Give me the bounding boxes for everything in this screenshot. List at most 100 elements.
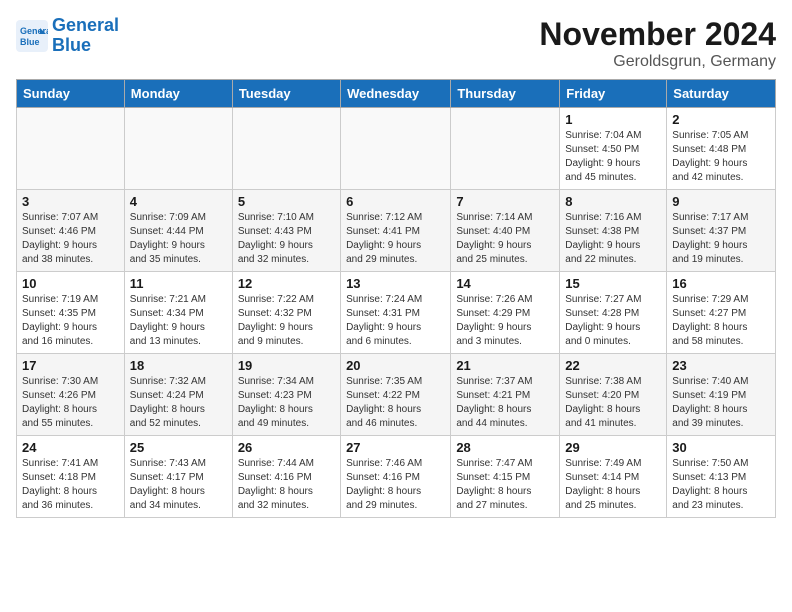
day-header-wednesday: Wednesday xyxy=(341,80,451,108)
day-info: Sunrise: 7:27 AM Sunset: 4:28 PM Dayligh… xyxy=(565,293,661,349)
calendar-cell: 10 Sunrise: 7:19 AM Sunset: 4:35 PM Dayli… xyxy=(17,272,125,354)
day-info: Sunrise: 7:05 AM Sunset: 4:48 PM Dayligh… xyxy=(672,129,770,185)
logo-text: GeneralBlue xyxy=(52,16,119,56)
day-info: Sunrise: 7:16 AM Sunset: 4:38 PM Dayligh… xyxy=(565,211,661,267)
day-info: Sunrise: 7:32 AM Sunset: 4:24 PM Dayligh… xyxy=(130,375,227,431)
day-number: 16 xyxy=(672,276,770,291)
day-info: Sunrise: 7:04 AM Sunset: 4:50 PM Dayligh… xyxy=(565,129,661,185)
calendar-cell: 19 Sunrise: 7:34 AM Sunset: 4:23 PM Dayli… xyxy=(232,354,340,436)
day-number: 28 xyxy=(456,440,554,455)
calendar-week-2: 3 Sunrise: 7:07 AM Sunset: 4:46 PM Daylig… xyxy=(17,190,776,272)
day-info: Sunrise: 7:26 AM Sunset: 4:29 PM Dayligh… xyxy=(456,293,554,349)
calendar-cell: 11 Sunrise: 7:21 AM Sunset: 4:34 PM Dayli… xyxy=(124,272,232,354)
day-number: 11 xyxy=(130,276,227,291)
day-info: Sunrise: 7:30 AM Sunset: 4:26 PM Dayligh… xyxy=(22,375,119,431)
title-area: November 2024 Geroldsgrun, Germany xyxy=(539,16,776,71)
day-info: Sunrise: 7:14 AM Sunset: 4:40 PM Dayligh… xyxy=(456,211,554,267)
calendar-cell xyxy=(124,108,232,190)
day-number: 2 xyxy=(672,112,770,127)
day-info: Sunrise: 7:35 AM Sunset: 4:22 PM Dayligh… xyxy=(346,375,445,431)
day-number: 21 xyxy=(456,358,554,373)
day-info: Sunrise: 7:50 AM Sunset: 4:13 PM Dayligh… xyxy=(672,457,770,513)
day-number: 10 xyxy=(22,276,119,291)
day-number: 24 xyxy=(22,440,119,455)
svg-text:General: General xyxy=(20,26,48,36)
day-number: 22 xyxy=(565,358,661,373)
calendar-cell: 22 Sunrise: 7:38 AM Sunset: 4:20 PM Dayli… xyxy=(560,354,667,436)
calendar-cell xyxy=(341,108,451,190)
day-number: 6 xyxy=(346,194,445,209)
day-info: Sunrise: 7:38 AM Sunset: 4:20 PM Dayligh… xyxy=(565,375,661,431)
day-info: Sunrise: 7:07 AM Sunset: 4:46 PM Dayligh… xyxy=(22,211,119,267)
calendar-cell: 20 Sunrise: 7:35 AM Sunset: 4:22 PM Dayli… xyxy=(341,354,451,436)
calendar-week-4: 17 Sunrise: 7:30 AM Sunset: 4:26 PM Dayli… xyxy=(17,354,776,436)
day-number: 9 xyxy=(672,194,770,209)
day-number: 4 xyxy=(130,194,227,209)
calendar-week-3: 10 Sunrise: 7:19 AM Sunset: 4:35 PM Dayli… xyxy=(17,272,776,354)
calendar-cell xyxy=(451,108,560,190)
day-header-monday: Monday xyxy=(124,80,232,108)
day-number: 19 xyxy=(238,358,335,373)
calendar-cell: 3 Sunrise: 7:07 AM Sunset: 4:46 PM Daylig… xyxy=(17,190,125,272)
calendar-cell: 6 Sunrise: 7:12 AM Sunset: 4:41 PM Daylig… xyxy=(341,190,451,272)
day-header-friday: Friday xyxy=(560,80,667,108)
calendar-cell: 21 Sunrise: 7:37 AM Sunset: 4:21 PM Dayli… xyxy=(451,354,560,436)
day-info: Sunrise: 7:44 AM Sunset: 4:16 PM Dayligh… xyxy=(238,457,335,513)
day-header-thursday: Thursday xyxy=(451,80,560,108)
day-number: 7 xyxy=(456,194,554,209)
calendar-cell: 4 Sunrise: 7:09 AM Sunset: 4:44 PM Daylig… xyxy=(124,190,232,272)
day-info: Sunrise: 7:19 AM Sunset: 4:35 PM Dayligh… xyxy=(22,293,119,349)
day-info: Sunrise: 7:17 AM Sunset: 4:37 PM Dayligh… xyxy=(672,211,770,267)
day-number: 3 xyxy=(22,194,119,209)
calendar-cell: 28 Sunrise: 7:47 AM Sunset: 4:15 PM Dayli… xyxy=(451,436,560,518)
day-info: Sunrise: 7:49 AM Sunset: 4:14 PM Dayligh… xyxy=(565,457,661,513)
calendar-cell: 30 Sunrise: 7:50 AM Sunset: 4:13 PM Dayli… xyxy=(667,436,776,518)
location-title: Geroldsgrun, Germany xyxy=(539,53,776,71)
calendar-cell: 13Sunrise: 7:24 AM Sunset: 4:31 PM Dayli… xyxy=(341,272,451,354)
day-number: 30 xyxy=(672,440,770,455)
svg-text:Blue: Blue xyxy=(20,37,40,47)
day-number: 23 xyxy=(672,358,770,373)
day-number: 12 xyxy=(238,276,335,291)
calendar-cell: 14 Sunrise: 7:26 AM Sunset: 4:29 PM Dayli… xyxy=(451,272,560,354)
calendar-cell: 25 Sunrise: 7:43 AM Sunset: 4:17 PM Dayli… xyxy=(124,436,232,518)
day-info: Sunrise: 7:29 AM Sunset: 4:27 PM Dayligh… xyxy=(672,293,770,349)
calendar-cell: 26 Sunrise: 7:44 AM Sunset: 4:16 PM Dayli… xyxy=(232,436,340,518)
day-info: Sunrise: 7:09 AM Sunset: 4:44 PM Dayligh… xyxy=(130,211,227,267)
day-info: Sunrise: 7:37 AM Sunset: 4:21 PM Dayligh… xyxy=(456,375,554,431)
calendar-week-1: 1Sunrise: 7:04 AM Sunset: 4:50 PM Daylig… xyxy=(17,108,776,190)
header: General Blue GeneralBlue November 2024 G… xyxy=(16,16,776,71)
calendar-cell: 15Sunrise: 7:27 AM Sunset: 4:28 PM Dayli… xyxy=(560,272,667,354)
day-header-tuesday: Tuesday xyxy=(232,80,340,108)
calendar-cell: 29Sunrise: 7:49 AM Sunset: 4:14 PM Dayli… xyxy=(560,436,667,518)
calendar-week-5: 24 Sunrise: 7:41 AM Sunset: 4:18 PM Dayli… xyxy=(17,436,776,518)
day-header-saturday: Saturday xyxy=(667,80,776,108)
calendar-cell: 16 Sunrise: 7:29 AM Sunset: 4:27 PM Dayli… xyxy=(667,272,776,354)
calendar-cell: 5 Sunrise: 7:10 AM Sunset: 4:43 PM Daylig… xyxy=(232,190,340,272)
day-number: 25 xyxy=(130,440,227,455)
day-number: 13 xyxy=(346,276,445,291)
day-info: Sunrise: 7:34 AM Sunset: 4:23 PM Dayligh… xyxy=(238,375,335,431)
calendar-cell: 2 Sunrise: 7:05 AM Sunset: 4:48 PM Daylig… xyxy=(667,108,776,190)
logo: General Blue GeneralBlue xyxy=(16,16,119,56)
calendar-body: 1Sunrise: 7:04 AM Sunset: 4:50 PM Daylig… xyxy=(17,108,776,518)
day-info: Sunrise: 7:43 AM Sunset: 4:17 PM Dayligh… xyxy=(130,457,227,513)
calendar-header: SundayMondayTuesdayWednesdayThursdayFrid… xyxy=(17,80,776,108)
day-info: Sunrise: 7:41 AM Sunset: 4:18 PM Dayligh… xyxy=(22,457,119,513)
day-info: Sunrise: 7:12 AM Sunset: 4:41 PM Dayligh… xyxy=(346,211,445,267)
day-number: 14 xyxy=(456,276,554,291)
calendar-cell xyxy=(17,108,125,190)
day-info: Sunrise: 7:21 AM Sunset: 4:34 PM Dayligh… xyxy=(130,293,227,349)
calendar-cell: 18Sunrise: 7:32 AM Sunset: 4:24 PM Dayli… xyxy=(124,354,232,436)
calendar-cell: 8Sunrise: 7:16 AM Sunset: 4:38 PM Daylig… xyxy=(560,190,667,272)
calendar-cell: 24 Sunrise: 7:41 AM Sunset: 4:18 PM Dayli… xyxy=(17,436,125,518)
day-number: 17 xyxy=(22,358,119,373)
day-number: 20 xyxy=(346,358,445,373)
day-info: Sunrise: 7:10 AM Sunset: 4:43 PM Dayligh… xyxy=(238,211,335,267)
day-info: Sunrise: 7:47 AM Sunset: 4:15 PM Dayligh… xyxy=(456,457,554,513)
day-number: 5 xyxy=(238,194,335,209)
calendar-cell: 23Sunrise: 7:40 AM Sunset: 4:19 PM Dayli… xyxy=(667,354,776,436)
day-number: 26 xyxy=(238,440,335,455)
calendar: SundayMondayTuesdayWednesdayThursdayFrid… xyxy=(16,79,776,518)
calendar-cell: 1Sunrise: 7:04 AM Sunset: 4:50 PM Daylig… xyxy=(560,108,667,190)
